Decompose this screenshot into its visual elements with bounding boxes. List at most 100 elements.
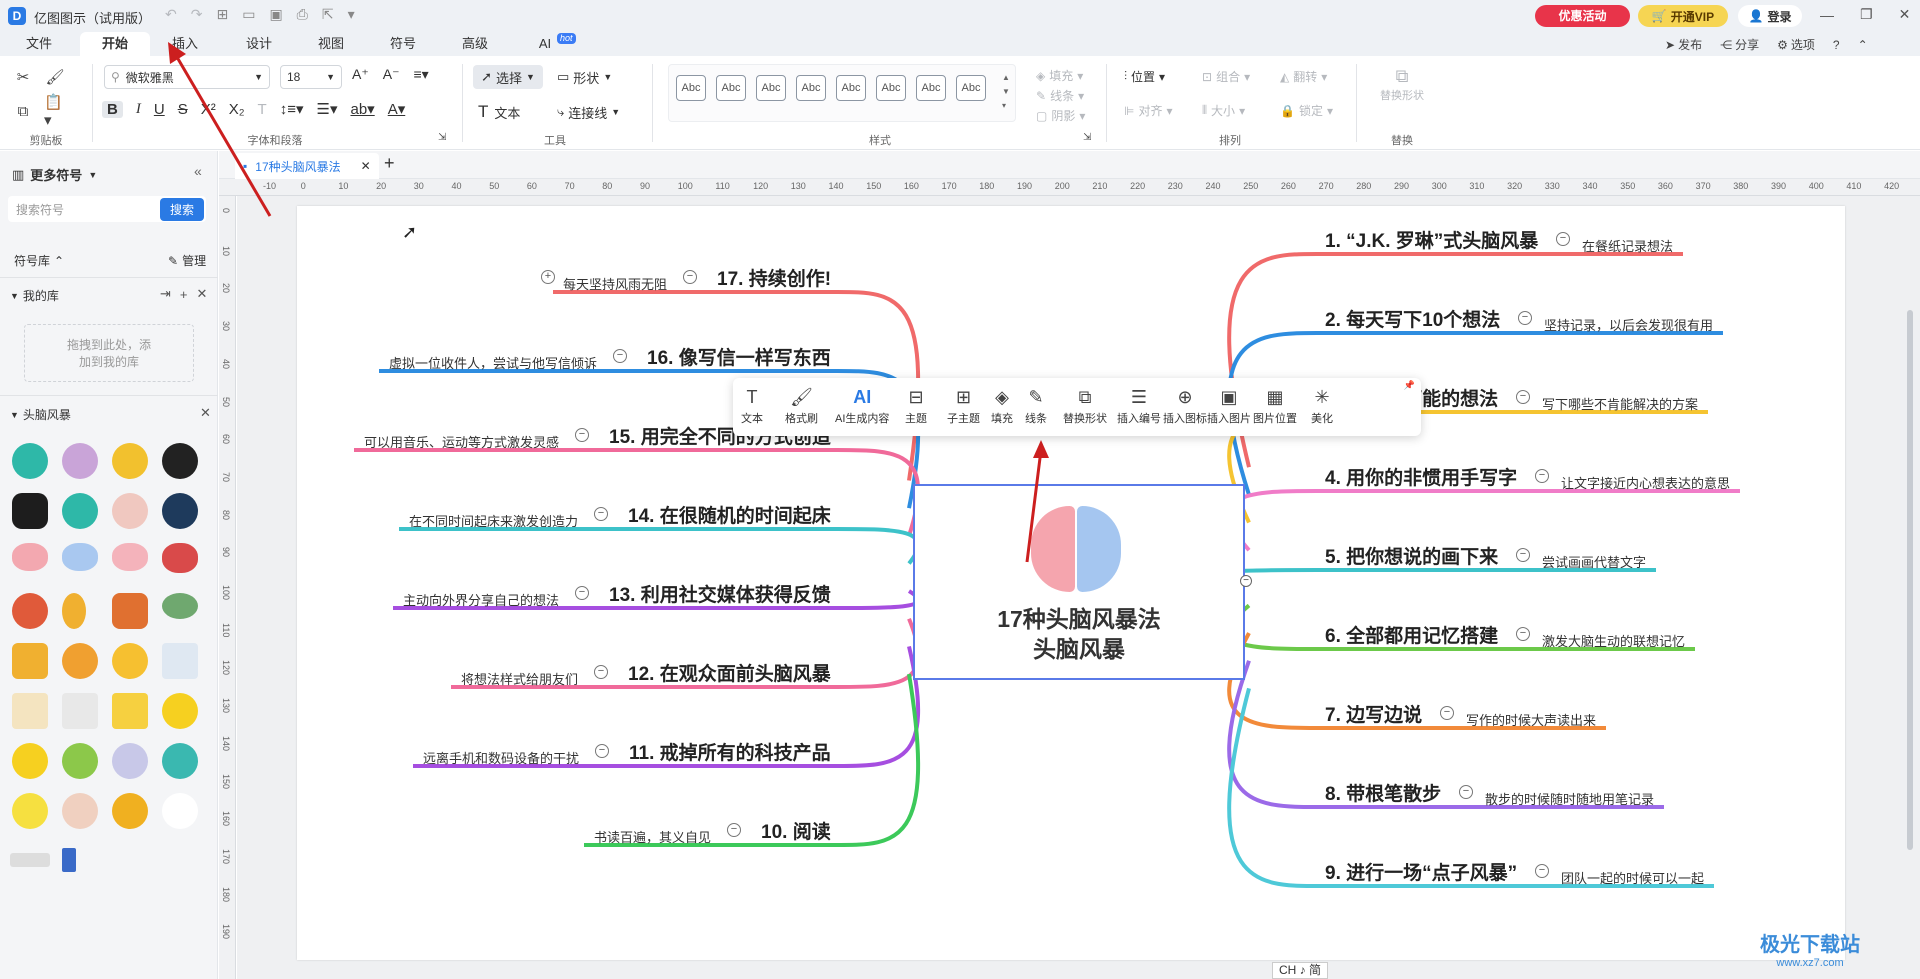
position-button[interactable]: ⫶ 位置 ▾ <box>1124 68 1165 85</box>
topic-left-4[interactable]: 14. 在很随机的时间起床 <box>628 501 831 528</box>
ctx-ai-button[interactable]: AI AI生成内容 <box>835 384 889 426</box>
text-tool-button[interactable]: T 文本 <box>478 100 520 124</box>
tab-symbols[interactable]: 符号 <box>378 32 428 56</box>
subtopic-left-1[interactable]: 每天坚持风雨无阻 <box>563 274 667 293</box>
brain-head-icon[interactable] <box>62 443 98 479</box>
collapse-toggle-icon[interactable]: − <box>594 665 608 679</box>
pin-icon[interactable] <box>62 793 98 829</box>
head-gears-icon[interactable] <box>112 443 148 479</box>
library-drop-zone[interactable]: 拖拽到此处，添加到我的库 <box>24 324 194 382</box>
checklist-icon[interactable] <box>12 693 48 729</box>
molecule-icon[interactable] <box>62 593 86 629</box>
login-button[interactable]: 👤 登录 <box>1738 5 1802 27</box>
select-tool-button[interactable]: ➚ 选择 ▼ <box>473 65 543 89</box>
bulb-outline-icon[interactable] <box>112 743 148 779</box>
align-button[interactable]: ⊫ 对齐 ▾ <box>1124 102 1173 119</box>
gallery-scroll-icon[interactable]: ▲ ▼ ▾ <box>1002 71 1010 113</box>
my-library-header[interactable]: ▼ 我的库 <box>10 287 59 304</box>
gear-bulb-icon[interactable] <box>62 743 98 779</box>
flip-button[interactable]: ◭ 翻转 ▾ <box>1280 68 1327 85</box>
navy-brain-head-icon[interactable] <box>162 493 198 529</box>
subtopic-right-6[interactable]: 激发大脑生动的联想记忆 <box>1542 631 1685 650</box>
subtopic-left-2[interactable]: 虚拟一位收件人，尝试与他写信倾诉 <box>389 353 597 372</box>
ctx-image-position-button[interactable]: ▦ 图片位置 <box>1253 384 1297 426</box>
paste-icon[interactable]: 📋▾ <box>44 94 70 129</box>
ctx-topic-button[interactable]: ⊟ 主题 <box>905 384 927 426</box>
promo-button[interactable]: 优惠活动 <box>1535 5 1630 27</box>
copy-icon[interactable]: ⧉ <box>12 100 34 122</box>
font-dialog-launcher-icon[interactable]: ⇲ <box>438 132 446 143</box>
subtopic-left-5[interactable]: 主动向外界分享自己的想法 <box>403 590 559 609</box>
notepad-icon[interactable] <box>112 693 148 729</box>
subtopic-left-8[interactable]: 书读百遍，其义自见 <box>594 827 711 846</box>
minimize-icon[interactable]: — <box>1820 7 1834 23</box>
line-spacing-icon[interactable]: ↕≡▾ <box>280 100 304 118</box>
pink-brain-icon[interactable] <box>12 543 48 571</box>
idea-person-icon[interactable] <box>12 493 48 529</box>
size-button[interactable]: ⫴ 大小 ▾ <box>1202 102 1245 119</box>
subtopic-right-1[interactable]: 在餐纸记录想法 <box>1582 236 1673 255</box>
options-button[interactable]: ⚙ 选项 <box>1777 36 1815 53</box>
share-button[interactable]: ⋲ 分享 <box>1720 36 1759 53</box>
tab-view[interactable]: 视图 <box>306 32 356 56</box>
style-swatch[interactable]: Abc <box>836 75 866 101</box>
fill-button[interactable]: ◈ 填充 ▾ <box>1036 66 1085 86</box>
subtopic-right-7[interactable]: 写作的时候大声读出来 <box>1466 710 1596 729</box>
resize-handle[interactable]: − <box>1240 575 1252 587</box>
shadow-button[interactable]: ▢ 阴影 ▾ <box>1036 106 1085 126</box>
magnifier-icon[interactable] <box>112 793 148 829</box>
collapse-toggle-icon[interactable]: − <box>595 744 609 758</box>
font-color-icon[interactable]: A▾ <box>388 100 406 118</box>
topic-right-1[interactable]: 1. “J.K. 罗琳”式头脑风暴 <box>1325 226 1538 253</box>
collapse-ribbon-icon[interactable]: ⌃ <box>1858 38 1868 52</box>
style-dialog-launcher-icon[interactable]: ⇲ <box>1083 132 1091 143</box>
close-category-icon[interactable]: ✕ <box>200 405 211 421</box>
lightning-bulb-icon[interactable] <box>162 693 198 729</box>
save-icon[interactable]: ▣ <box>269 6 282 23</box>
collapse-toggle-icon[interactable]: − <box>1459 785 1473 799</box>
connector-tool-button[interactable]: ⤷ 连接线 ▼ <box>557 100 620 124</box>
two-tone-brain-icon[interactable] <box>62 543 98 571</box>
collapse-toggle-icon[interactable]: − <box>1516 548 1530 562</box>
collapse-toggle-icon[interactable]: − <box>1535 864 1549 878</box>
team-icon[interactable] <box>112 593 148 629</box>
expand-toggle-icon[interactable]: + <box>541 270 555 284</box>
dark-head-icon[interactable] <box>162 443 198 479</box>
collapse-toggle-icon[interactable]: − <box>594 507 608 521</box>
tab-ai[interactable]: AI <box>530 32 560 56</box>
ctx-text-button[interactable]: T 文本 <box>741 384 763 426</box>
export-icon[interactable]: ⇱ <box>322 6 334 23</box>
replace-shape-button[interactable]: ⧉ 替换形状 <box>1372 66 1432 103</box>
vip-button[interactable]: 🛒 开通VIP <box>1638 5 1728 27</box>
glowing-bulb-icon[interactable] <box>12 793 48 829</box>
undo-icon[interactable]: ↶ <box>165 6 177 23</box>
tab-file[interactable]: 文件 <box>14 32 64 56</box>
eye-icon[interactable] <box>162 593 198 619</box>
shrink-font-icon[interactable]: A⁻ <box>383 66 400 83</box>
new-file-icon[interactable]: ⊞ <box>216 6 228 23</box>
grow-font-icon[interactable]: A⁺ <box>352 66 369 83</box>
import-icon[interactable]: ⇥ <box>160 286 171 302</box>
subtopic-right-5[interactable]: 尝试画画代替文字 <box>1542 552 1646 571</box>
subtopic-left-7[interactable]: 远离手机和数码设备的干扰 <box>423 748 579 767</box>
collapse-toggle-icon[interactable]: − <box>1440 706 1454 720</box>
starburst-icon[interactable] <box>112 643 148 679</box>
ctx-fill-button[interactable]: ◈ 填充 <box>991 384 1013 426</box>
bold-icon[interactable]: B <box>102 100 123 118</box>
shape-tool-button[interactable]: ▭ 形状 ▼ <box>557 65 612 89</box>
subtopic-right-8[interactable]: 散步的时候随时随地用笔记录 <box>1485 789 1654 808</box>
group-button[interactable]: ⊡ 组合 ▾ <box>1202 68 1250 85</box>
collapse-toggle-icon[interactable]: − <box>1556 232 1570 246</box>
topic-right-8[interactable]: 8. 带根笔散步 <box>1325 779 1441 806</box>
topic-right-2[interactable]: 2. 每天写下10个想法 <box>1325 305 1500 332</box>
topic-left-8[interactable]: 10. 阅读 <box>761 817 831 844</box>
collapse-toggle-icon[interactable]: − <box>1516 627 1530 641</box>
close-icon[interactable]: ✕ <box>197 286 208 302</box>
align-icon[interactable]: ≡▾ <box>413 66 428 83</box>
close-icon[interactable]: ✕ <box>1899 6 1911 23</box>
subtopic-right-2[interactable]: 坚持记录，以后会发现很有用 <box>1544 315 1713 334</box>
teal-head-icon[interactable] <box>62 493 98 529</box>
topic-right-9[interactable]: 9. 进行一场“点子风暴” <box>1325 858 1517 885</box>
topic-left-1[interactable]: 17. 持续创作! <box>717 264 831 291</box>
print-icon[interactable]: ⎙ <box>297 6 308 23</box>
